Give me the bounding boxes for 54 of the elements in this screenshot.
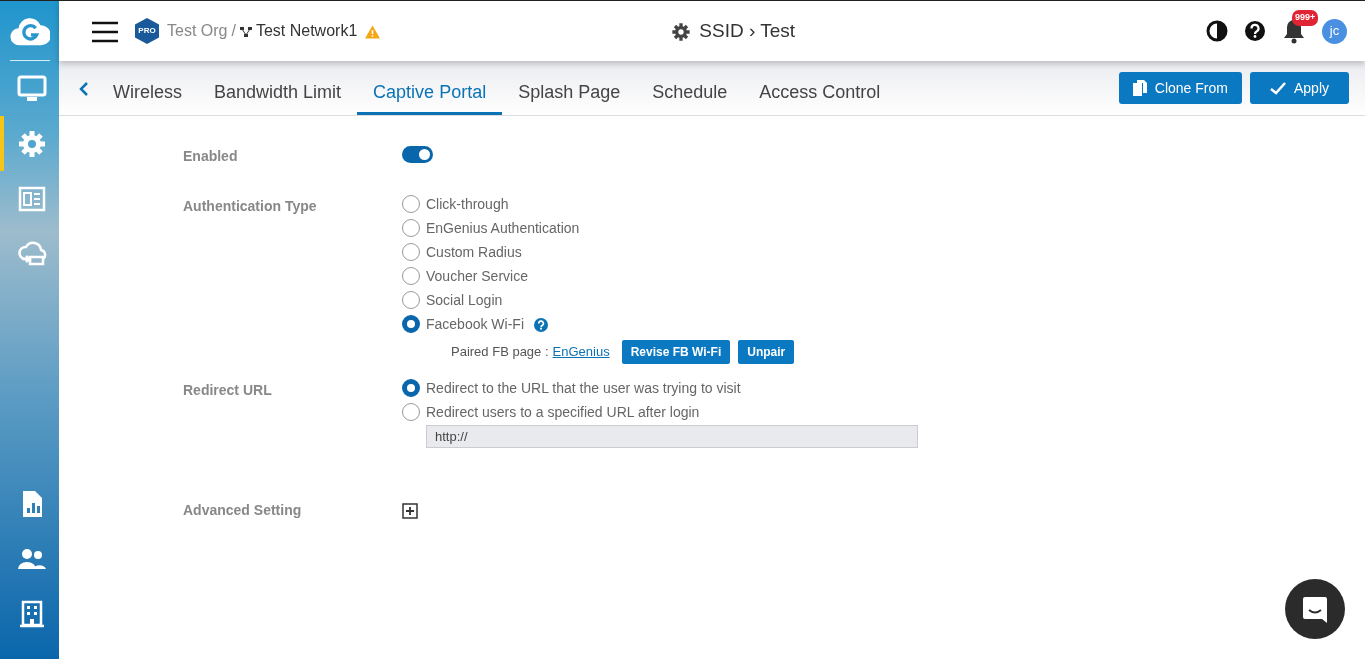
option-label: Click-through [426,194,509,214]
toggle-switch[interactable] [402,146,433,163]
menu-button[interactable] [91,19,119,43]
tab[interactable]: Schedule [636,61,744,115]
check-icon [1269,81,1286,95]
field-label: Advanced Setting [183,501,303,520]
tab[interactable]: Splash Page [502,61,637,115]
option-label: Redirect users to a specified URL after login [426,402,700,422]
apply-button[interactable]: Apply [1249,72,1349,104]
gear-icon [16,128,47,159]
option-label: Social Login [426,290,503,310]
breadcrumb-separator: / [231,21,236,41]
radio-button[interactable] [402,267,420,285]
org-link[interactable]: Test Org [167,19,228,43]
gear-icon [671,21,692,42]
radio-button[interactable] [402,219,420,237]
network-link[interactable]: Test Network1 [255,19,358,43]
tab[interactable]: Wireless [97,61,198,115]
page-title: SSID › Test [699,18,795,43]
option-label: Facebook Wi-Fi [426,314,525,334]
field-label: Enabled [183,147,239,166]
option-label: EnGenius Authentication [426,218,580,238]
menu-icon [91,20,119,43]
tab[interactable]: Captive Portal [357,61,503,115]
unpair-button[interactable]: Unpair [738,340,795,364]
page-link[interactable]: EnGenius [552,342,610,362]
back-icon [79,80,89,97]
radio-button[interactable] [402,243,420,261]
network-icon [239,25,252,38]
radio-button[interactable] [402,315,420,333]
radio-button[interactable] [402,195,420,213]
contrast-icon[interactable] [1206,20,1228,42]
tab[interactable]: Bandwidth Limit [198,61,358,115]
clone-button[interactable]: Clone From [1118,72,1242,104]
revise-button[interactable]: Revise FB Wi-Fi [621,340,731,364]
copy-icon [1132,80,1147,96]
radio-button[interactable] [402,403,420,421]
expand-icon [402,502,418,519]
pro-badge: PRO [135,18,159,44]
notification-count: 999+ [1292,10,1319,26]
paired-page-label: Paired FB page : [451,343,549,362]
radio-button[interactable] [402,291,420,309]
field-label: Redirect URL [183,381,273,400]
field-label: Authentication Type [183,197,318,216]
chat-button[interactable] [1285,579,1345,639]
radio-button[interactable] [402,379,420,397]
option-label: Redirect to the URL that the user was trying to visit [426,378,741,398]
chat-icon [1300,594,1330,624]
avatar[interactable]: jc [1322,18,1347,44]
help-icon[interactable] [1244,20,1266,42]
option-label: Custom Radius [426,242,522,262]
tab[interactable]: Access Control [743,61,897,115]
option-label: Voucher Service [426,266,528,286]
monitor-icon [16,73,47,104]
